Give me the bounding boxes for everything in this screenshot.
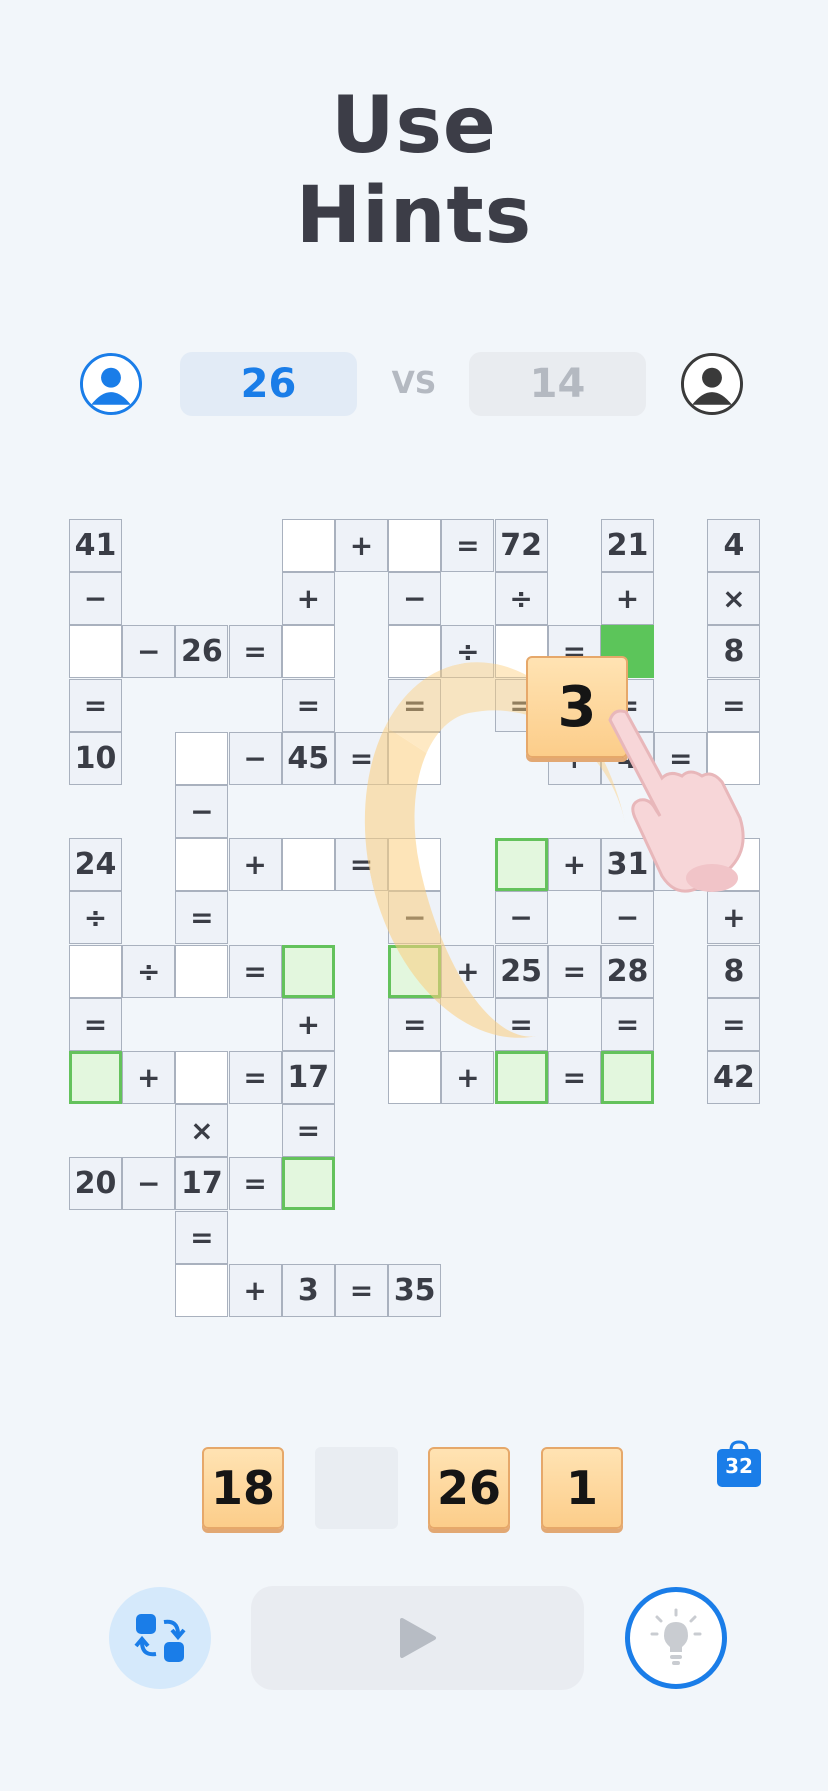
answer-slot[interactable] — [281, 625, 335, 679]
answer-slot[interactable] — [175, 731, 229, 785]
number-cell: 8 — [707, 944, 761, 998]
tray-tile-1[interactable]: 18 — [202, 1447, 284, 1529]
answer-slot[interactable] — [69, 1051, 122, 1104]
operator-cell: + — [281, 572, 335, 626]
answer-slot[interactable] — [388, 1051, 442, 1104]
operator-cell: ÷ — [122, 944, 176, 998]
operator-cell: ÷ — [69, 891, 122, 945]
number-cell: 21 — [601, 519, 654, 572]
answer-slot[interactable] — [175, 944, 229, 998]
shuffle-icon — [134, 1614, 186, 1662]
number-cell: 41 — [69, 519, 122, 572]
operator-cell: = — [707, 997, 761, 1051]
answer-slot[interactable] — [601, 1051, 654, 1104]
operator-cell: − — [388, 572, 442, 626]
answer-slot[interactable] — [388, 519, 442, 572]
operator-cell: = — [547, 1051, 601, 1104]
operator-cell: = — [335, 1263, 388, 1317]
operator-cell: = — [388, 997, 442, 1051]
number-cell: 17 — [281, 1051, 335, 1104]
number-cell: 3 — [281, 1263, 335, 1317]
tray-tile-3[interactable]: 26 — [428, 1447, 510, 1529]
answer-slot[interactable] — [69, 625, 122, 679]
number-cell: 17 — [175, 1157, 229, 1211]
number-cell: 26 — [175, 625, 229, 679]
operator-cell: − — [69, 572, 122, 626]
operator-cell: = — [228, 944, 282, 998]
answer-slot[interactable] — [175, 1051, 229, 1104]
operator-cell: + — [335, 519, 388, 572]
operator-cell: + — [228, 1263, 282, 1317]
shop-count: 32 — [725, 1454, 753, 1478]
operator-cell: + — [122, 1051, 176, 1104]
operator-cell: = — [175, 891, 229, 945]
number-cell: 20 — [69, 1157, 122, 1211]
operator-cell: = — [69, 997, 122, 1051]
operator-cell: = — [228, 1157, 282, 1211]
answer-slot[interactable] — [175, 1263, 229, 1317]
number-cell: 8 — [707, 625, 761, 679]
operator-cell: − — [175, 785, 229, 838]
hand-pointer-icon — [608, 709, 745, 893]
answer-slot[interactable] — [281, 1157, 335, 1211]
operator-cell: + — [441, 1051, 495, 1104]
number-cell: 4 — [707, 519, 761, 572]
tray-tile-4[interactable]: 1 — [541, 1447, 623, 1529]
play-icon — [399, 1618, 436, 1658]
answer-slot[interactable] — [69, 944, 122, 998]
answer-slot[interactable] — [281, 838, 335, 892]
number-cell: 10 — [69, 731, 122, 785]
operator-cell: × — [707, 572, 761, 626]
operator-cell: = — [281, 1104, 335, 1158]
operator-cell: ÷ — [494, 572, 548, 626]
answer-slot[interactable] — [175, 838, 229, 892]
answer-slot[interactable] — [494, 1051, 548, 1104]
shuffle-button[interactable] — [109, 1587, 211, 1689]
operator-cell: = — [281, 678, 335, 732]
shop-bag-button[interactable]: 32 — [716, 1440, 762, 1488]
operator-cell: = — [228, 625, 282, 679]
operator-cell: = — [175, 1210, 229, 1264]
tray-slot-empty — [315, 1447, 398, 1529]
answer-slot[interactable] — [281, 519, 335, 572]
operator-cell: + — [281, 997, 335, 1051]
number-cell: 35 — [388, 1263, 442, 1317]
number-cell: 72 — [494, 519, 548, 572]
play-button[interactable] — [251, 1586, 584, 1690]
operator-cell: = — [441, 519, 495, 572]
answer-slot[interactable] — [388, 625, 442, 679]
operator-cell: + — [228, 838, 282, 892]
operator-cell: = — [228, 1051, 282, 1104]
answer-slot[interactable] — [281, 944, 335, 998]
operator-cell: + — [601, 572, 654, 626]
hint-button[interactable] — [625, 1587, 727, 1689]
number-cell: 42 — [707, 1051, 761, 1104]
lightbulb-icon — [650, 1608, 702, 1665]
operator-cell: = — [601, 997, 654, 1051]
operator-cell: = — [69, 678, 122, 732]
number-cell: 24 — [69, 838, 122, 892]
operator-cell: − — [122, 1157, 176, 1211]
operator-cell: − — [122, 625, 176, 679]
operator-cell: − — [228, 731, 282, 785]
number-cell: 45 — [281, 731, 335, 785]
operator-cell: × — [175, 1104, 229, 1158]
